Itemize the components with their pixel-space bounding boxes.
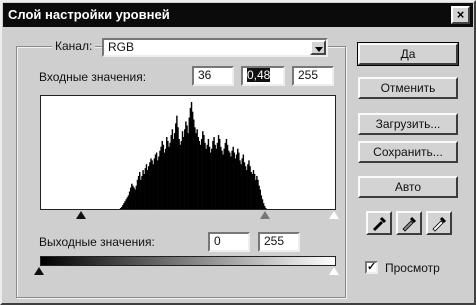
levels-dialog: Слой настройки уровней × Канал: RGB Вход…	[0, 0, 476, 305]
input-white-value: 255	[298, 68, 319, 82]
auto-button[interactable]: Авто	[358, 176, 458, 198]
input-black-value: 36	[198, 68, 212, 82]
output-white-slider[interactable]	[328, 266, 340, 276]
gray-eyedropper-icon[interactable]	[396, 211, 422, 235]
input-gamma-slider[interactable]	[260, 211, 270, 219]
channel-select-value: RGB	[108, 40, 135, 54]
output-black-value: 0	[214, 234, 221, 248]
input-levels-label: Входные значения:	[39, 70, 147, 84]
histogram-chart	[119, 102, 267, 209]
output-levels-label: Выходные значения:	[39, 235, 155, 249]
preview-label: Просмотр	[385, 261, 440, 275]
cancel-button[interactable]: Отменить	[358, 77, 458, 99]
preview-checkbox[interactable]: ✓	[365, 261, 378, 274]
histogram-bar	[265, 208, 267, 209]
output-black-slider[interactable]	[34, 267, 44, 275]
output-black-field[interactable]: 0	[208, 232, 250, 252]
output-gradient-bar	[40, 256, 336, 266]
ok-button[interactable]: Да	[357, 42, 459, 66]
window-title: Слой настройки уровней	[8, 7, 170, 22]
input-white-slider[interactable]	[328, 210, 340, 220]
load-button[interactable]: Загрузить...	[358, 113, 458, 135]
input-gamma-value: 0,48	[247, 68, 271, 82]
input-gamma-field[interactable]: 0,48	[241, 66, 285, 86]
input-white-field[interactable]: 255	[292, 66, 334, 86]
histogram	[40, 95, 336, 210]
black-eyedropper-icon[interactable]	[366, 211, 392, 235]
channel-select[interactable]: RGB	[102, 38, 328, 57]
channel-label: Канал:	[52, 39, 96, 53]
save-button[interactable]: Сохранить...	[358, 141, 458, 163]
input-black-slider[interactable]	[76, 211, 86, 219]
close-icon[interactable]: ×	[451, 6, 470, 24]
output-white-field[interactable]: 255	[258, 232, 300, 252]
output-white-value: 255	[264, 234, 285, 248]
input-black-field[interactable]: 36	[192, 66, 234, 86]
white-eyedropper-icon[interactable]	[426, 211, 452, 235]
chevron-down-icon[interactable]	[310, 40, 326, 55]
title-bar[interactable]: Слой настройки уровней ×	[3, 3, 473, 27]
